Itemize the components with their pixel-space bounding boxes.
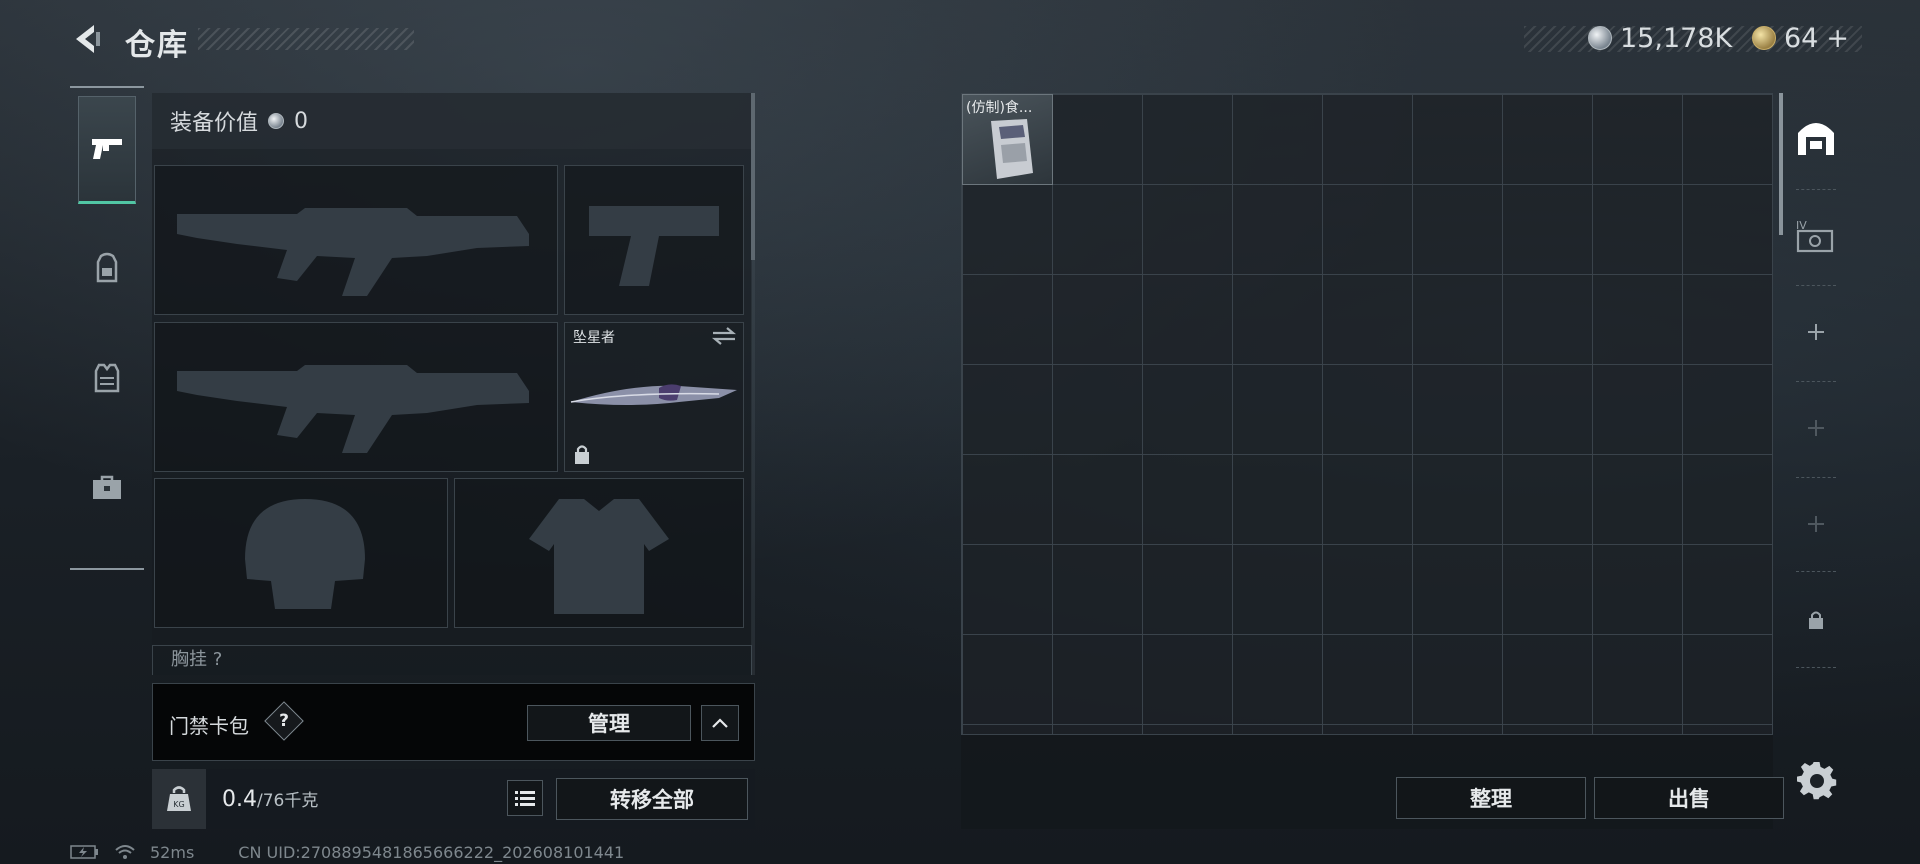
back-arrow-icon <box>76 25 100 53</box>
food-package-icon <box>991 119 1033 179</box>
loadout-scrollbar-thumb[interactable] <box>751 93 755 260</box>
stash-grid[interactable]: (仿制)食... <box>961 93 1773 735</box>
add-container-button[interactable] <box>1782 479 1850 569</box>
toolbox-icon <box>93 475 121 499</box>
plus-icon <box>1808 324 1824 340</box>
ping-text: 52ms <box>150 842 195 862</box>
manage-button[interactable]: 管理 <box>527 705 691 741</box>
backpack-icon <box>96 252 118 283</box>
sell-button[interactable]: 出售 <box>1594 777 1784 819</box>
silver-currency: 15,178K <box>1588 22 1732 54</box>
tab-stash[interactable] <box>1782 93 1850 183</box>
sidearm-slot[interactable] <box>564 165 744 315</box>
locked-container-slot[interactable] <box>1782 575 1850 665</box>
case-level-icon: IV <box>1796 219 1834 253</box>
melee-item-name: 坠星者 <box>573 330 615 346</box>
status-bar: 52ms CN UID:2708895481865666222_20260810… <box>70 840 624 864</box>
stash-item-label: (仿制)食... <box>966 100 1033 116</box>
add-container-button[interactable] <box>1782 383 1850 473</box>
nav-item-backpack[interactable] <box>78 214 136 322</box>
equipment-value-row: 装备价值 0 <box>152 93 752 149</box>
wifi-icon <box>115 845 135 859</box>
rail-divider <box>1796 477 1836 478</box>
gold-amount: 64 <box>1784 22 1819 54</box>
helmet-silhouette-icon <box>245 499 365 609</box>
category-nav <box>70 86 144 570</box>
add-container-button[interactable] <box>1782 287 1850 377</box>
uid-text: CN UID:2708895481865666222_202608101441 <box>238 842 625 862</box>
armor-slot[interactable] <box>454 478 744 628</box>
settings-button[interactable] <box>1797 761 1837 801</box>
gold-currency[interactable]: 64 + <box>1752 22 1849 54</box>
gear-icon <box>1797 761 1837 800</box>
rail-divider <box>1796 285 1836 286</box>
value-coin-icon <box>268 113 285 129</box>
help-icon[interactable]: ? <box>264 701 304 741</box>
list-view-button[interactable] <box>507 780 543 816</box>
back-button[interactable] <box>70 22 104 56</box>
keycard-label: 门禁卡包 <box>169 714 249 738</box>
battery-icon <box>70 845 98 859</box>
rail-divider <box>1796 381 1836 382</box>
rail-divider <box>1796 571 1836 572</box>
pistol-silhouette-icon <box>589 206 719 286</box>
warehouse-icon <box>1798 123 1834 155</box>
nav-item-weapons[interactable] <box>78 96 136 204</box>
add-gold-icon[interactable]: + <box>1826 23 1849 54</box>
nav-item-vest[interactable] <box>78 324 136 432</box>
silver-amount: 15,178K <box>1620 22 1733 54</box>
container-tabs: IV <box>1782 93 1850 668</box>
rifle-silhouette-icon <box>177 365 529 453</box>
melee-slot[interactable]: 坠星者 <box>564 322 744 472</box>
equipment-value-label: 装备价值 <box>170 111 259 136</box>
lock-icon <box>1809 611 1823 629</box>
svg-text:KG: KG <box>173 800 184 809</box>
kettlebell-icon: KG <box>167 786 191 811</box>
weight-bar: KG 0.4/76千克 转移全部 <box>152 769 755 829</box>
transfer-all-button[interactable]: 转移全部 <box>556 778 748 820</box>
keycard-bar: 门禁卡包 ? 管理 <box>152 683 755 761</box>
secondary-weapon-slot[interactable] <box>154 322 558 472</box>
vest-icon <box>94 363 120 393</box>
rail-divider <box>1796 189 1836 190</box>
chevron-up-icon <box>712 718 728 728</box>
primary-weapon-slot[interactable] <box>154 165 558 315</box>
swap-icon[interactable] <box>711 325 737 347</box>
gold-coin-icon <box>1752 26 1776 50</box>
top-bar: 仓库 15,178K 64 + <box>0 0 1920 78</box>
silver-coin-icon <box>1588 26 1612 50</box>
rifle-silhouette-icon <box>177 208 529 296</box>
max-weight: /76千克 <box>257 791 319 811</box>
equipment-value-amount: 0 <box>294 108 309 134</box>
plus-icon <box>1808 420 1824 436</box>
armor-silhouette-icon <box>529 499 669 614</box>
sort-button[interactable]: 整理 <box>1396 777 1586 819</box>
tab-expansion[interactable]: IV <box>1782 191 1850 281</box>
page-title: 仓库 <box>125 28 189 63</box>
stash-item[interactable]: (仿制)食... <box>962 94 1053 185</box>
weight-icon-box: KG <box>152 769 206 829</box>
list-icon <box>515 791 535 806</box>
lock-icon <box>575 445 589 464</box>
title-stripe <box>198 28 414 50</box>
pistol-icon <box>92 139 122 159</box>
carry-weight: 0.4/76千克 <box>222 786 318 812</box>
nav-item-toolbox[interactable] <box>78 434 136 542</box>
helmet-slot[interactable] <box>154 478 448 628</box>
current-weight: 0.4 <box>222 787 257 812</box>
knife-icon <box>570 384 737 405</box>
expand-button[interactable] <box>701 705 739 741</box>
chest-rig-slot[interactable]: 胸挂 ? <box>152 645 752 675</box>
rail-divider <box>1796 667 1836 668</box>
loadout-panel: 装备价值 0 坠星者 胸挂 ? <box>152 93 752 675</box>
plus-icon <box>1808 516 1824 532</box>
stash-panel: (仿制)食... 整理 出售 <box>961 93 1784 829</box>
